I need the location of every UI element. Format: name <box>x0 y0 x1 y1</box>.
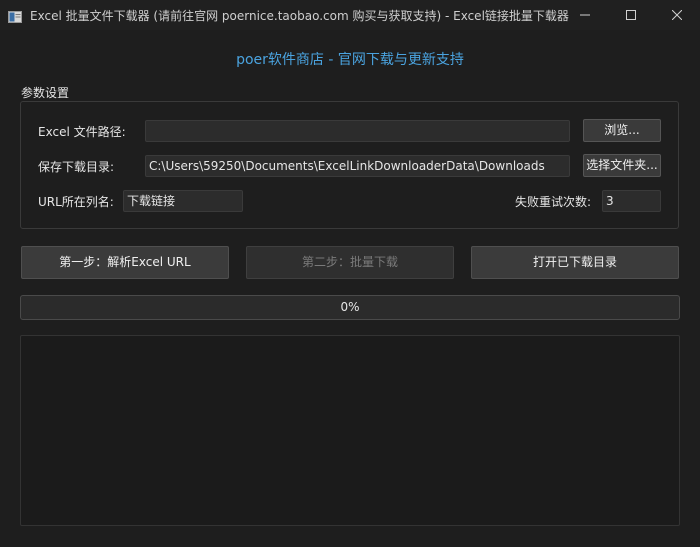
excel-path-label: Excel 文件路径: <box>38 125 126 139</box>
batch-download-button[interactable]: 第二步：批量下载 <box>246 246 454 279</box>
settings-group-title: 参数设置 <box>21 86 70 100</box>
retry-count-spinbox[interactable]: 3 <box>602 190 661 212</box>
progress-text: 0% <box>340 300 360 314</box>
maximize-icon <box>626 10 636 20</box>
open-download-dir-button[interactable]: 打开已下载目录 <box>471 246 679 279</box>
choose-folder-button[interactable]: 选择文件夹... <box>583 154 661 177</box>
minimize-button[interactable] <box>562 0 608 30</box>
store-link[interactable]: poer软件商店 - 官网下载与更新支持 <box>0 49 700 69</box>
maximize-button[interactable] <box>608 0 654 30</box>
download-progress-bar: 0% <box>20 295 680 320</box>
excel-path-input[interactable] <box>145 120 570 142</box>
save-dir-input[interactable]: C:\Users\59250\Documents\ExcelLinkDownlo… <box>145 155 570 177</box>
minimize-icon <box>580 10 590 20</box>
window-title: Excel 批量文件下载器 (请前往官网 poernice.taobao.com… <box>30 9 569 23</box>
url-column-label: URL所在列名: <box>38 195 114 209</box>
browse-button[interactable]: 浏览... <box>583 119 661 142</box>
url-column-input[interactable]: 下载链接 <box>123 190 243 212</box>
title-bar[interactable]: Excel 批量文件下载器 (请前往官网 poernice.taobao.com… <box>0 0 700 30</box>
parse-excel-button[interactable]: 第一步：解析Excel URL <box>21 246 229 279</box>
app-window-icon <box>8 8 22 23</box>
close-button[interactable] <box>654 0 700 30</box>
retry-count-label: 失败重试次数: <box>515 195 592 209</box>
close-icon <box>672 10 682 20</box>
save-dir-label: 保存下载目录: <box>38 160 115 174</box>
log-output-area[interactable] <box>20 335 680 526</box>
app-window: Excel 批量文件下载器 (请前往官网 poernice.taobao.com… <box>0 0 700 547</box>
